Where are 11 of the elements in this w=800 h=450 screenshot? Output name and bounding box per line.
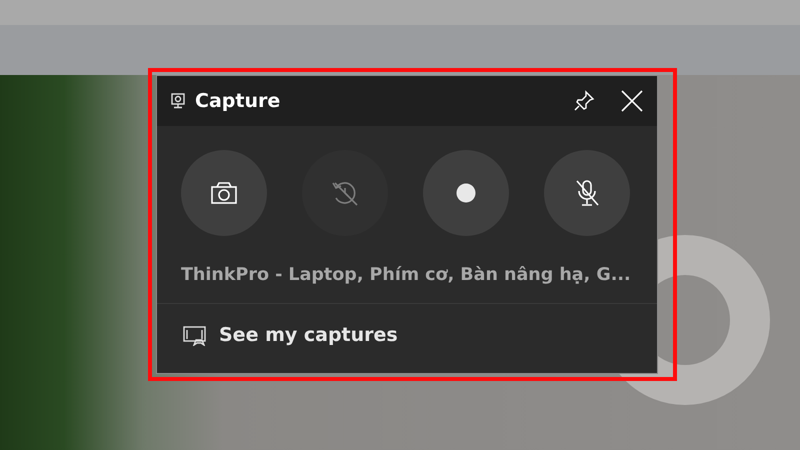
close-icon[interactable] [621,90,643,112]
microphone-off-icon [574,179,600,207]
target-window-name: ThinkPro - Laptop, Phím cơ, Bàn nâng hạ, G... [180,264,632,287]
camera-icon [211,182,237,204]
panel-title: Capture [195,88,280,114]
pin-icon[interactable] [573,90,595,112]
webcam-icon [171,93,185,109]
gallery-icon [183,326,207,346]
see-captures-link[interactable]: See my captures [157,304,424,367]
record-dot-icon [456,183,476,203]
rewind-off-icon [331,179,359,207]
